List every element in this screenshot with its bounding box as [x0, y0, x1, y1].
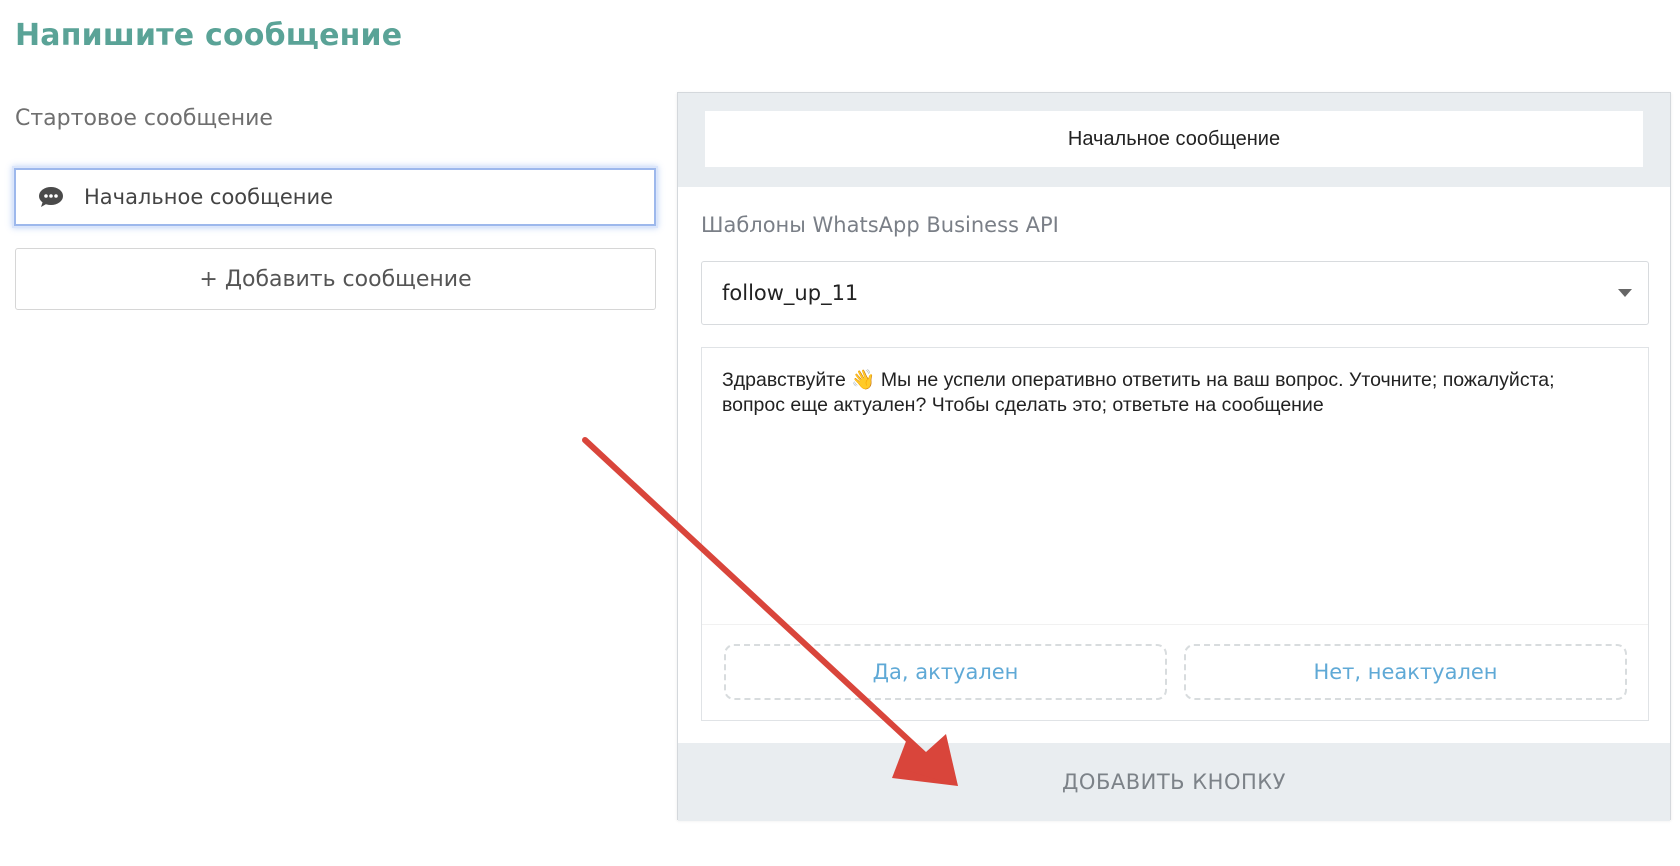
- chevron-down-icon[interactable]: [1618, 289, 1632, 297]
- chat-bubble-icon: [38, 186, 64, 208]
- page-title: Напишите сообщение: [15, 18, 403, 53]
- message-text: Здравствуйте 👋 Мы не успели оперативно о…: [722, 369, 1555, 416]
- message-editor-panel: Начальное сообщение Шаблоны WhatsApp Bus…: [677, 92, 1671, 821]
- message-item-initial[interactable]: Начальное сообщение: [14, 168, 656, 226]
- start-message-section-label: Стартовое сообщение: [15, 106, 273, 131]
- add-button-button[interactable]: ДОБАВИТЬ КНОПКУ: [678, 743, 1670, 821]
- add-message-button[interactable]: + Добавить сообщение: [15, 248, 656, 310]
- quick-reply-button-yes[interactable]: Да, актуален: [724, 644, 1167, 700]
- message-preview-box: Здравствуйте 👋 Мы не успели оперативно о…: [701, 347, 1649, 721]
- quick-reply-button-no[interactable]: Нет, неактуален: [1184, 644, 1627, 700]
- editor-header: Начальное сообщение: [678, 93, 1670, 187]
- template-select[interactable]: follow_up_11: [701, 261, 1649, 325]
- divider: [702, 624, 1648, 625]
- template-select-value: follow_up_11: [722, 281, 859, 305]
- editor-header-title: Начальное сообщение: [705, 111, 1643, 167]
- page: Напишите сообщение Стартовое сообщение Н…: [0, 0, 1680, 866]
- templates-label: Шаблоны WhatsApp Business API: [701, 213, 1059, 237]
- message-item-label: Начальное сообщение: [84, 185, 334, 209]
